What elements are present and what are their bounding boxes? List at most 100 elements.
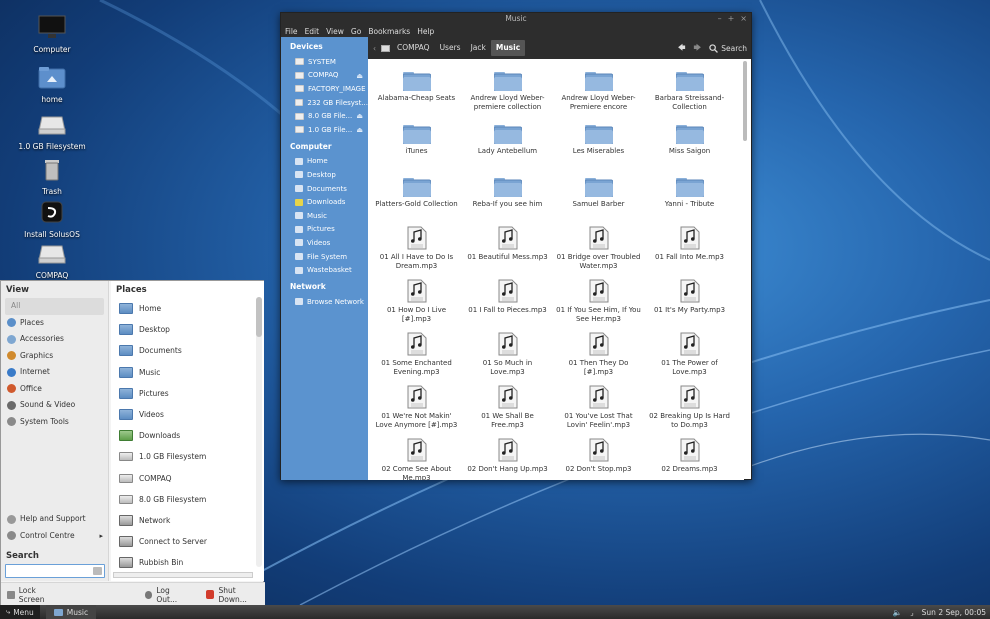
category-office[interactable]: Office bbox=[1, 381, 108, 398]
menu-edit[interactable]: Edit bbox=[305, 27, 320, 36]
folder-item[interactable]: Miss Saigon bbox=[644, 120, 735, 173]
sidebar-device-item[interactable]: 232 GB Filesyst... bbox=[281, 96, 368, 110]
category-sound-video[interactable]: Sound & Video bbox=[1, 397, 108, 414]
category-internet[interactable]: Internet bbox=[1, 364, 108, 381]
desktop-icon-install-solusos[interactable]: Install SolusOS bbox=[14, 199, 90, 239]
file-item[interactable]: mp301 Fall Into Me.mp3 bbox=[644, 226, 735, 279]
folder-item[interactable]: Lady Antebellum bbox=[462, 120, 553, 173]
sidebar-item-videos[interactable]: Videos bbox=[281, 236, 368, 250]
folder-item[interactable]: Yanni - Tribute bbox=[644, 173, 735, 226]
category-system-tools[interactable]: System Tools bbox=[1, 414, 108, 431]
sidebar-device-item[interactable]: COMPAQ ⏏ bbox=[281, 69, 368, 83]
sidebar-item-home[interactable]: Home bbox=[281, 155, 368, 169]
eject-icon[interactable]: ⏏ bbox=[356, 112, 363, 120]
sidebar-device-item[interactable]: FACTORY_IMAGE bbox=[281, 82, 368, 96]
place-documents[interactable]: Documents bbox=[111, 340, 264, 361]
place-videos[interactable]: Videos bbox=[111, 404, 264, 425]
sidebar-device-item[interactable]: SYSTEM bbox=[281, 55, 368, 69]
eject-icon[interactable]: ⏏ bbox=[356, 72, 363, 80]
file-manager-window[interactable]: Music – + × File Edit View Go Bookmarks Help … bbox=[280, 12, 752, 480]
file-view[interactable]: Alabama-Cheap Seats Andrew Lloyd Weber-pr… bbox=[368, 59, 744, 480]
place-music[interactable]: Music bbox=[111, 362, 264, 383]
folder-item[interactable]: Andrew Lloyd Weber-Premiere encore bbox=[553, 67, 644, 120]
place-desktop[interactable]: Desktop bbox=[111, 319, 264, 340]
folder-item[interactable]: Platters-Gold Collection bbox=[371, 173, 462, 226]
volume-icon[interactable]: 🔈 bbox=[893, 608, 902, 617]
sidebar-item-documents[interactable]: Documents bbox=[281, 182, 368, 196]
place-rubbish-bin[interactable]: Rubbish Bin bbox=[111, 552, 264, 573]
file-item[interactable]: mp301 Some Enchanted Evening.mp3 bbox=[371, 332, 462, 385]
place-pictures[interactable]: Pictures bbox=[111, 383, 264, 404]
menu-view[interactable]: View bbox=[326, 27, 344, 36]
file-item[interactable]: mp302 Dreams.mp3 bbox=[644, 438, 735, 480]
menu-search-input[interactable] bbox=[6, 565, 92, 577]
sidebar-item-browse-network[interactable]: Browse Network bbox=[281, 295, 368, 309]
desktop-icon-compaq[interactable]: COMPAQ bbox=[14, 240, 90, 280]
maximize-icon[interactable]: + bbox=[728, 13, 735, 25]
sidebar-item-downloads[interactable]: Downloads bbox=[281, 195, 368, 209]
place-connect-to-server[interactable]: Connect to Server bbox=[111, 531, 264, 552]
eject-icon[interactable]: ⏏ bbox=[356, 126, 363, 134]
folder-item[interactable]: Samuel Barber bbox=[553, 173, 644, 226]
file-item[interactable]: mp301 Beautiful Mess.mp3 bbox=[462, 226, 553, 279]
menu-go[interactable]: Go bbox=[351, 27, 361, 36]
file-item[interactable]: mp301 So Much in Love.mp3 bbox=[462, 332, 553, 385]
place-compaq[interactable]: COMPAQ bbox=[111, 468, 264, 489]
desktop-icon-1-0-gb-filesystem[interactable]: 1.0 GB Filesystem bbox=[14, 111, 90, 151]
control-centre-item[interactable]: Control Centre ▸ bbox=[1, 528, 109, 545]
menu-button[interactable]: ⤷ Menu bbox=[0, 605, 40, 619]
file-item[interactable]: mp301 I Fall to Pieces.mp3 bbox=[462, 279, 553, 332]
back-arrow-icon[interactable]: 🡄 bbox=[678, 42, 686, 55]
category-all[interactable]: All bbox=[5, 298, 104, 315]
desktop-icon-home[interactable]: home bbox=[14, 64, 90, 104]
file-item[interactable]: mp301 We Shall Be Free.mp3 bbox=[462, 385, 553, 438]
folder-item[interactable]: Barbara Streissand-Collection bbox=[644, 67, 735, 120]
file-item[interactable]: mp301 The Power of Love.mp3 bbox=[644, 332, 735, 385]
sidebar-item-music[interactable]: Music bbox=[281, 209, 368, 223]
window-titlebar[interactable]: Music – + × bbox=[281, 13, 751, 25]
forward-arrow-icon[interactable]: 🡆 bbox=[693, 42, 701, 55]
file-item[interactable]: mp301 Then They Do [#].mp3 bbox=[553, 332, 644, 385]
category-accessories[interactable]: Accessories bbox=[1, 331, 108, 348]
shut-down-button[interactable]: Shut Down... bbox=[205, 586, 265, 604]
help-support-item[interactable]: Help and Support bbox=[1, 511, 109, 528]
folder-item[interactable]: Reba-If you see him bbox=[462, 173, 553, 226]
menu-file[interactable]: File bbox=[285, 27, 298, 36]
sidebar-item-pictures[interactable]: Pictures bbox=[281, 223, 368, 237]
place-network[interactable]: Network bbox=[111, 510, 264, 531]
file-item[interactable]: mp301 How Do I Live [#].mp3 bbox=[371, 279, 462, 332]
file-item[interactable]: mp301 It's My Party.mp3 bbox=[644, 279, 735, 332]
file-item[interactable]: mp301 We're Not Makin' Love Anymore [#].… bbox=[371, 385, 462, 438]
sidebar-item-wastebasket[interactable]: Wastebasket bbox=[281, 263, 368, 277]
file-item[interactable]: mp301 You've Lost That Lovin' Feelin'.mp… bbox=[553, 385, 644, 438]
taskbar-item-music[interactable]: Music bbox=[45, 605, 97, 619]
search-button[interactable]: Search bbox=[709, 44, 747, 53]
desktop-icon-trash[interactable]: Trash bbox=[14, 156, 90, 196]
places-scrollbar[interactable] bbox=[256, 297, 262, 567]
close-icon[interactable]: × bbox=[740, 13, 747, 25]
folder-item[interactable]: Alabama-Cheap Seats bbox=[371, 67, 462, 120]
sidebar-device-item[interactable]: 1.0 GB File... ⏏ bbox=[281, 123, 368, 137]
file-view-scrollbar[interactable] bbox=[743, 61, 749, 471]
menu-search-field[interactable] bbox=[5, 564, 105, 578]
file-item[interactable]: mp302 Breaking Up Is Hard to Do.mp3 bbox=[644, 385, 735, 438]
breadcrumb-jack[interactable]: Jack bbox=[466, 40, 491, 56]
sidebar-item-file-system[interactable]: File System bbox=[281, 250, 368, 264]
category-places[interactable]: Places bbox=[1, 315, 108, 332]
file-item[interactable]: mp302 Come See About Me.mp3 bbox=[371, 438, 462, 480]
clock[interactable]: Sun 2 Sep, 00:05 bbox=[922, 608, 986, 617]
place-1-0-gb-filesystem[interactable]: 1.0 GB Filesystem bbox=[111, 446, 264, 467]
folder-item[interactable]: iTunes bbox=[371, 120, 462, 173]
file-item[interactable]: mp301 Bridge over Troubled Water.mp3 bbox=[553, 226, 644, 279]
menu-help[interactable]: Help bbox=[417, 27, 434, 36]
file-item[interactable]: mp301 All I Have to Do Is Dream.mp3 bbox=[371, 226, 462, 279]
category-graphics[interactable]: Graphics bbox=[1, 348, 108, 365]
sidebar-item-desktop[interactable]: Desktop bbox=[281, 168, 368, 182]
place-8-0-gb-filesystem[interactable]: 8.0 GB Filesystem bbox=[111, 489, 264, 510]
lock-screen-button[interactable]: Lock Screen bbox=[7, 586, 63, 604]
breadcrumb-users[interactable]: Users bbox=[435, 40, 466, 56]
place-home[interactable]: Home bbox=[111, 298, 264, 319]
places-horizontal-scrollbar[interactable] bbox=[113, 572, 253, 578]
sidebar-device-item[interactable]: 8.0 GB File... ⏏ bbox=[281, 109, 368, 123]
desktop-icon-computer[interactable]: Computer bbox=[14, 14, 90, 54]
